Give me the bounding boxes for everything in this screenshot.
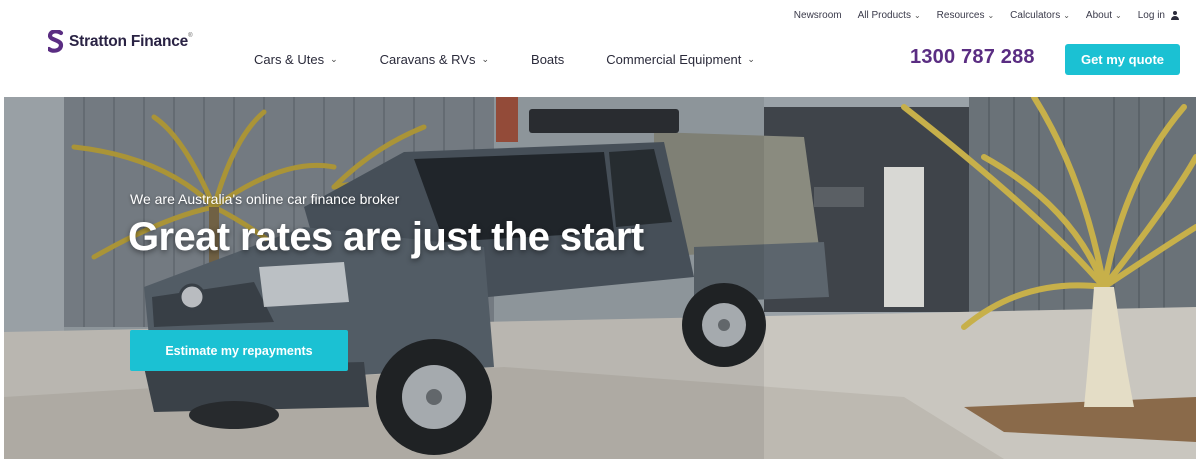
chevron-down-icon: ⌄ — [1115, 11, 1122, 20]
util-newsroom[interactable]: Newsroom — [794, 10, 842, 21]
nav-commercial-equipment[interactable]: Commercial Equipment ⌄ — [606, 52, 755, 67]
util-calculators[interactable]: Calculators ⌄ — [1010, 10, 1070, 21]
nav-cars-utes[interactable]: Cars & Utes ⌄ — [254, 52, 338, 67]
logo-text: Stratton Finance® — [69, 32, 193, 50]
main-nav: Cars & Utes ⌄ Caravans & RVs ⌄ Boats Com… — [254, 52, 755, 67]
chevron-down-icon: ⌄ — [481, 54, 490, 64]
chevron-down-icon: ⌄ — [987, 11, 995, 20]
util-about[interactable]: About ⌄ — [1086, 10, 1122, 21]
util-resources[interactable]: Resources ⌄ — [937, 10, 995, 21]
logo-s-icon — [48, 30, 64, 53]
ute-in-driveway-photo — [4, 97, 1196, 459]
user-icon — [1170, 10, 1180, 21]
get-my-quote-button[interactable]: Get my quote — [1065, 44, 1180, 75]
chevron-down-icon: ⌄ — [913, 11, 921, 20]
chevron-down-icon: ⌄ — [1063, 11, 1070, 20]
estimate-repayments-button[interactable]: Estimate my repayments — [130, 330, 348, 371]
hero-banner: We are Australia's online car finance br… — [4, 97, 1196, 459]
chevron-down-icon: ⌄ — [330, 54, 338, 64]
stratton-finance-logo[interactable]: Stratton Finance® — [48, 30, 193, 53]
nav-boats[interactable]: Boats — [531, 52, 564, 67]
hero-title: Great rates are just the start — [128, 215, 644, 259]
phone-number-link[interactable]: 1300 787 288 — [910, 46, 1035, 69]
util-all-products[interactable]: All Products ⌄ — [858, 10, 921, 21]
login-link[interactable]: Log in — [1138, 10, 1180, 21]
utility-nav: Newsroom All Products ⌄ Resources ⌄ Calc… — [794, 10, 1180, 21]
nav-caravans-rvs[interactable]: Caravans & RVs ⌄ — [380, 52, 489, 67]
site-header: Stratton Finance® Newsroom All Products … — [0, 0, 1196, 97]
chevron-down-icon: ⌄ — [747, 54, 755, 64]
hero-subtitle: We are Australia's online car finance br… — [130, 191, 400, 207]
